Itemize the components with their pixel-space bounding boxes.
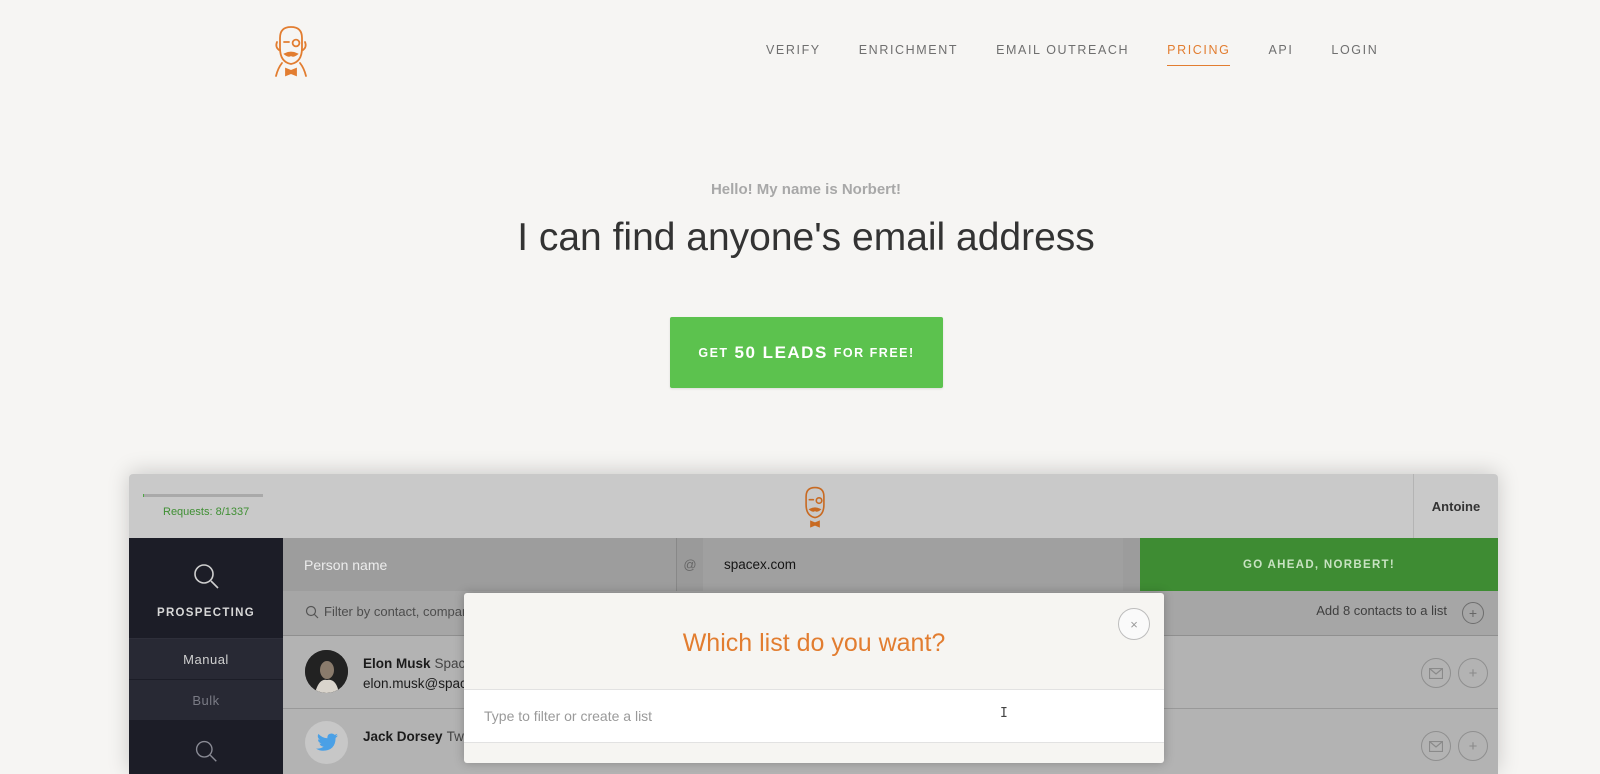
list-picker-modal: Which list do you want? ×	[464, 593, 1164, 763]
list-filter-input[interactable]	[464, 689, 1164, 743]
go-ahead-button[interactable]: GO AHEAD, NORBERT!	[1140, 538, 1498, 591]
add-contact-button[interactable]: +	[1458, 731, 1488, 761]
search-row: Person name @ spacex.com GO AHEAD, NORBE…	[283, 538, 1498, 591]
add-contact-button[interactable]: +	[1458, 658, 1488, 688]
get-free-leads-button[interactable]: GET 50 LEADS FOR FREE!	[670, 317, 943, 388]
app-norbert-logo-icon	[798, 484, 832, 530]
contact-company: Spac	[434, 656, 466, 671]
nav-verify[interactable]: VERIFY	[766, 43, 821, 66]
domain-input[interactable]: spacex.com	[703, 538, 1123, 591]
nav-login[interactable]: LOGIN	[1331, 43, 1378, 66]
requests-counter: Requests: 8/1337	[163, 506, 250, 518]
sidebar-item-bulk[interactable]: Bulk	[129, 680, 283, 721]
contact-company: Tw	[446, 729, 464, 744]
sidebar-item-manual[interactable]: Manual	[129, 639, 283, 680]
app-sidebar: PROSPECTING Manual Bulk	[129, 538, 283, 774]
requests-progress-bar	[143, 494, 263, 497]
cta-suffix: FOR FREE!	[833, 345, 915, 360]
text-cursor-icon: I	[1000, 706, 1008, 721]
close-icon[interactable]: ×	[1118, 608, 1150, 640]
app-topbar: Requests: 8/1337 Antoine	[129, 474, 1498, 539]
nav-email-outreach[interactable]: EMAIL OUTREACH	[996, 43, 1129, 66]
nav-pricing[interactable]: PRICING	[1167, 43, 1231, 66]
modal-title: Which list do you want?	[682, 629, 946, 657]
hero-greeting: Hello! My name is Norbert!	[710, 181, 902, 198]
contact-email: elon.musk@spac	[363, 676, 467, 691]
at-symbol: @	[677, 538, 704, 591]
twitter-avatar-icon	[305, 721, 348, 764]
add-contacts-to-list-link[interactable]: Add 8 contacts to a list	[1316, 603, 1447, 618]
person-name-input[interactable]: Person name	[283, 538, 677, 591]
norbert-logo-icon[interactable]	[270, 24, 312, 78]
search-icon	[192, 562, 220, 595]
sidebar-prospecting[interactable]: PROSPECTING	[129, 538, 283, 639]
nav-api[interactable]: API	[1268, 43, 1293, 66]
mail-icon[interactable]	[1421, 731, 1451, 761]
cta-prefix: GET	[698, 345, 729, 360]
mail-icon[interactable]	[1421, 658, 1451, 688]
main-nav: VERIFY ENRICHMENT EMAIL OUTREACH PRICING…	[766, 43, 1416, 66]
sidebar-section-label: PROSPECTING	[156, 607, 255, 619]
filter-input[interactable]: Filter by contact, compar	[324, 604, 466, 619]
search-icon	[305, 605, 319, 624]
avatar	[305, 650, 348, 693]
nav-enrichment[interactable]: ENRICHMENT	[859, 43, 958, 66]
add-icon[interactable]: +	[1462, 602, 1484, 624]
contact-name: Elon Musk Spac	[363, 656, 466, 671]
search-icon[interactable]	[129, 739, 283, 763]
user-menu[interactable]: Antoine	[1413, 474, 1498, 538]
cta-main: 50 LEADS	[734, 342, 828, 362]
contact-name: Jack Dorsey Tw	[363, 729, 464, 744]
hero-headline: I can find anyone's email address	[517, 216, 1095, 259]
